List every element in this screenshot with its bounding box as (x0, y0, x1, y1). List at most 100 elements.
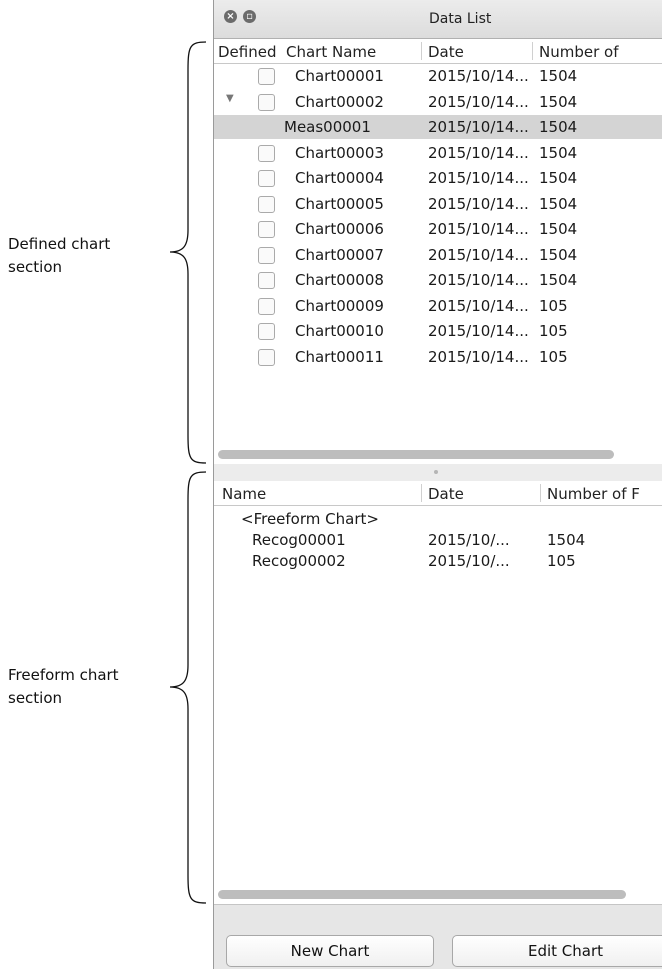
chart-name-cell: Meas00001 (284, 118, 371, 136)
scroll-thumb[interactable] (218, 450, 614, 459)
number-cell: 1504 (539, 245, 578, 264)
chart-name-cell: Chart00004 (295, 169, 384, 187)
freeform-list-header: Name Date Number of F (214, 481, 662, 506)
freeform-name-cell: <Freeform Chart> (241, 510, 379, 528)
annotation-line-2: section (8, 689, 63, 707)
chart-name-cell: Chart00006 (295, 220, 384, 238)
defined-checkbox[interactable] (258, 144, 275, 162)
chart-name-cell: Chart00011 (295, 347, 384, 366)
defined-checkbox[interactable] (258, 348, 275, 366)
col-header-defined[interactable]: Defined (218, 43, 276, 61)
splitter-handle[interactable] (434, 470, 438, 474)
number-cell: 1504 (539, 143, 578, 162)
date-cell: 2015/10/... (428, 552, 510, 570)
chart-name-cell: Chart00010 (295, 322, 384, 340)
brace-defined-section (169, 41, 207, 464)
number-cell: 105 (539, 296, 568, 315)
freeform-name-cell: Recog00002 (252, 552, 346, 570)
annotation-line-2: section (8, 258, 63, 276)
chart-row[interactable]: Chart00010 2015/10/14... 105 (214, 319, 662, 343)
number-cell: 105 (539, 322, 568, 340)
title-bar: × ▫ Data List (214, 0, 662, 39)
defined-checkbox[interactable] (258, 246, 275, 264)
chart-row[interactable]: ▼ Chart00002 2015/10/14... 1504 (214, 90, 662, 114)
column-divider[interactable] (532, 42, 533, 60)
chart-row[interactable]: Chart00008 2015/10/14... 1504 (214, 268, 662, 292)
date-cell: 2015/10/14... (428, 92, 529, 111)
chart-row[interactable]: Chart00004 2015/10/14... 1504 (214, 166, 662, 190)
defined-checkbox[interactable] (258, 221, 275, 238)
chart-row[interactable]: Chart00003 2015/10/14... 1504 (214, 141, 662, 165)
freeform-row[interactable]: Recog00002 2015/10/... 105 (214, 552, 662, 573)
date-cell: 2015/10/14... (428, 245, 529, 264)
number-cell: 1504 (539, 271, 578, 289)
close-icon[interactable]: × (224, 10, 237, 23)
number-cell: 1504 (539, 220, 578, 238)
number-cell: 105 (539, 347, 568, 366)
col-header-date[interactable]: Date (428, 485, 464, 503)
chart-row[interactable]: Chart00006 2015/10/14... 1504 (214, 217, 662, 241)
date-cell: 2015/10/14... (428, 220, 529, 238)
date-cell: 2015/10/14... (428, 118, 529, 136)
defined-horizontal-scrollbar[interactable] (218, 450, 658, 459)
defined-checkbox[interactable] (258, 93, 275, 111)
defined-checkbox[interactable] (258, 297, 275, 315)
col-header-number[interactable]: Number of (539, 43, 618, 61)
col-header-chart-name[interactable]: Chart Name (286, 43, 376, 61)
date-cell: 2015/10/14... (428, 271, 529, 289)
date-cell: 2015/10/14... (428, 143, 529, 162)
date-cell: 2015/10/14... (428, 322, 529, 340)
col-header-number[interactable]: Number of F (547, 485, 640, 503)
freeform-row[interactable]: <Freeform Chart> (214, 510, 662, 531)
defined-checkbox[interactable] (258, 323, 275, 340)
defined-checkbox[interactable] (258, 195, 275, 213)
measurement-row[interactable]: Meas00001 2015/10/14... 1504 (214, 115, 662, 139)
chart-row[interactable]: Chart00009 2015/10/14... 105 (214, 294, 662, 318)
defined-checkbox[interactable] (258, 170, 275, 187)
annotation-freeform-chart-section: Freeform chart section (8, 664, 119, 710)
column-divider[interactable] (421, 484, 422, 502)
column-divider[interactable] (421, 42, 422, 60)
number-cell: 105 (547, 552, 576, 570)
chart-name-cell: Chart00001 (295, 67, 384, 85)
date-cell: 2015/10/... (428, 531, 510, 549)
number-cell: 1504 (539, 92, 578, 111)
chart-name-cell: Chart00002 (295, 92, 384, 111)
number-cell: 1504 (539, 194, 578, 213)
edit-chart-button[interactable]: Edit Chart (452, 935, 662, 967)
chart-row[interactable]: Chart00007 2015/10/14... 1504 (214, 243, 662, 267)
defined-checkbox[interactable] (258, 272, 275, 289)
annotation-line-1: Defined chart (8, 235, 111, 253)
defined-checkbox[interactable] (258, 68, 275, 85)
chart-row[interactable]: Chart00001 2015/10/14... 1504 (214, 64, 662, 88)
data-list-panel: × ▫ Data List Defined Chart Name Date Nu… (213, 0, 662, 969)
date-cell: 2015/10/14... (428, 194, 529, 213)
restore-icon[interactable]: ▫ (243, 10, 256, 23)
date-cell: 2015/10/14... (428, 296, 529, 315)
button-bar: New Chart Edit Chart (214, 904, 662, 969)
brace-freeform-section (169, 471, 207, 904)
freeform-name-cell: Recog00001 (252, 531, 346, 549)
chart-name-cell: Chart00003 (295, 143, 384, 162)
defined-chart-list[interactable]: Defined Chart Name Date Number of Chart0… (214, 39, 662, 464)
freeform-horizontal-scrollbar[interactable] (218, 890, 658, 899)
date-cell: 2015/10/14... (428, 347, 529, 366)
col-header-name[interactable]: Name (222, 485, 266, 503)
new-chart-button[interactable]: New Chart (226, 935, 434, 967)
number-cell: 1504 (539, 118, 578, 136)
chart-name-cell: Chart00005 (295, 194, 384, 213)
chart-name-cell: Chart00009 (295, 296, 384, 315)
col-header-date[interactable]: Date (428, 43, 464, 61)
freeform-chart-list[interactable]: Name Date Number of F <Freeform Chart> Re… (214, 481, 662, 904)
scroll-thumb[interactable] (218, 890, 626, 899)
disclosure-triangle-icon[interactable]: ▼ (226, 93, 234, 104)
chart-row[interactable]: Chart00011 2015/10/14... 105 (214, 345, 662, 369)
chart-name-cell: Chart00008 (295, 271, 384, 289)
number-cell: 1504 (539, 169, 578, 187)
freeform-row[interactable]: Recog00001 2015/10/... 1504 (214, 531, 662, 552)
defined-list-header: Defined Chart Name Date Number of (214, 39, 662, 64)
chart-name-cell: Chart00007 (295, 245, 384, 264)
date-cell: 2015/10/14... (428, 67, 529, 85)
column-divider[interactable] (540, 484, 541, 502)
chart-row[interactable]: Chart00005 2015/10/14... 1504 (214, 192, 662, 216)
